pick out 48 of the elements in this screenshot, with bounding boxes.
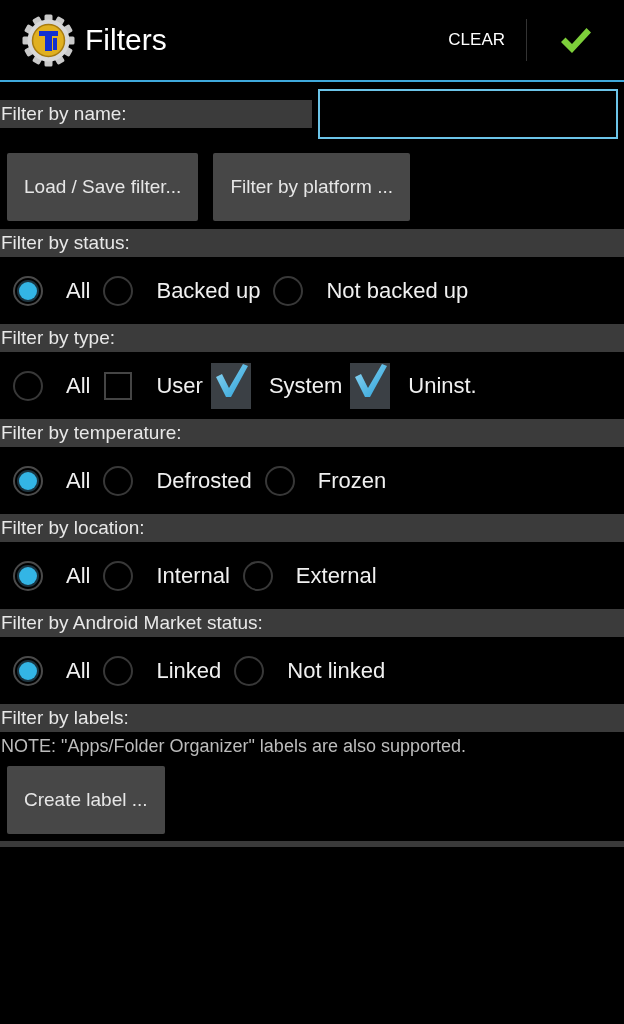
option-label: Not backed up — [326, 277, 469, 304]
option-label: All — [66, 657, 91, 684]
option-label: Not linked — [287, 657, 386, 684]
screen-title: Filters — [85, 25, 167, 55]
radio-button[interactable] — [264, 465, 295, 496]
radio-button[interactable] — [103, 275, 134, 306]
option-label: All — [66, 277, 91, 304]
radio-button[interactable] — [103, 465, 134, 496]
option-label: Internal — [156, 562, 230, 589]
checkbox[interactable] — [210, 362, 251, 409]
name-input-field[interactable] — [318, 89, 618, 139]
option-label: All — [66, 562, 91, 589]
field-label: Filter by name: — [0, 100, 312, 128]
clear-button[interactable]: CLEAR — [427, 0, 526, 80]
option-label: External — [295, 562, 377, 589]
radio-button[interactable] — [242, 560, 273, 591]
radio-button[interactable] — [234, 655, 265, 686]
radio-button[interactable] — [103, 655, 134, 686]
option-label: User — [156, 372, 203, 399]
radio-button[interactable] — [13, 370, 43, 401]
radio-button[interactable] — [103, 560, 134, 591]
option-label: Backed up — [156, 277, 261, 304]
option-label: All — [66, 372, 91, 399]
option-label: Frozen — [317, 467, 387, 494]
section-header: Filter by type: — [0, 324, 624, 352]
option-label: Linked — [156, 657, 222, 684]
section-header: Filter by location: — [0, 514, 624, 542]
option-label: All — [66, 467, 91, 494]
check-icon — [559, 26, 592, 54]
section-header: Filter by status: — [0, 229, 624, 257]
radio-button[interactable] — [273, 275, 304, 306]
create-label-button[interactable]: Create label ... — [7, 766, 165, 834]
option-label: Defrosted — [156, 467, 252, 494]
section-header: Filter by labels: — [0, 704, 624, 732]
option-label: System — [268, 372, 343, 399]
filter-button[interactable]: Filter by platform ... — [213, 153, 410, 221]
option-label: Uninst. — [408, 372, 477, 399]
checkbox[interactable] — [350, 362, 391, 409]
radio-button[interactable] — [13, 655, 43, 686]
radio-button[interactable] — [13, 275, 43, 306]
section-header: Filter by Android Market status: — [0, 609, 624, 637]
section-header: Filter by temperature: — [0, 419, 624, 447]
note-text: NOTE: "Apps/Folder Organizer" labels are also supported. — [0, 736, 467, 757]
radio-button[interactable] — [13, 560, 43, 591]
checkbox[interactable] — [104, 371, 133, 400]
radio-button[interactable] — [13, 465, 43, 496]
filter-button[interactable]: Load / Save filter... — [7, 153, 199, 221]
app-logo-icon — [22, 13, 75, 67]
